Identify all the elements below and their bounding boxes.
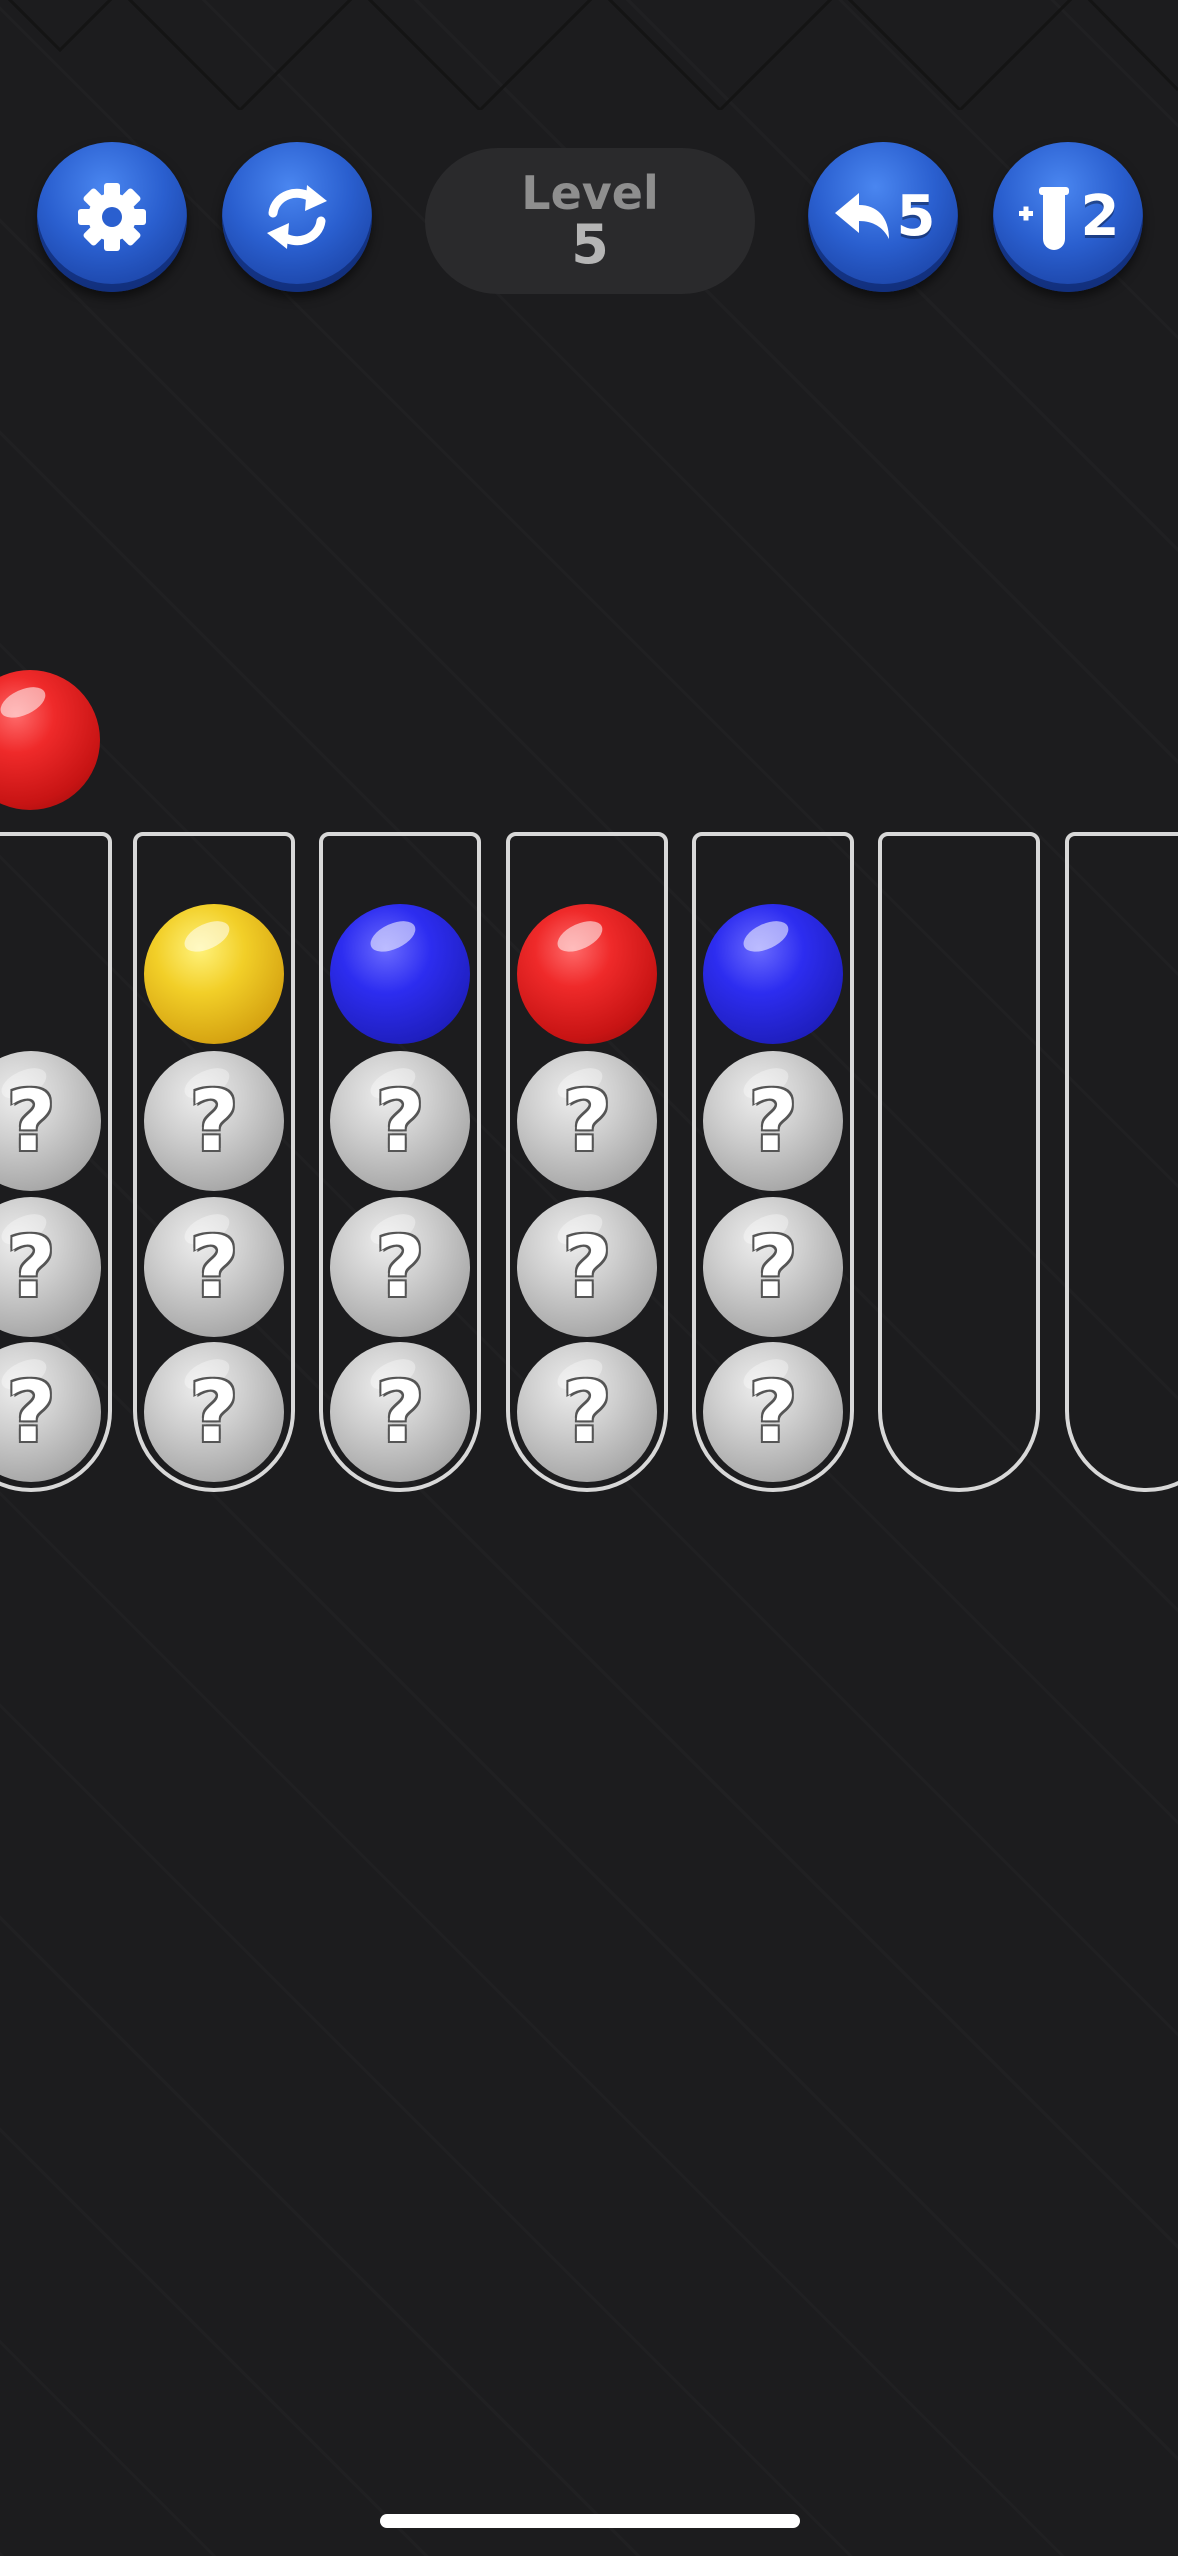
question-mark-icon: ? (375, 1072, 425, 1170)
level-number: 5 (571, 212, 609, 276)
top-zigzag-decoration (7, 0, 1178, 110)
gear-icon (74, 179, 150, 255)
hidden-ball: ? (517, 1342, 657, 1482)
undo-arrow-icon (831, 189, 893, 245)
restart-icon (257, 177, 337, 257)
undo-button[interactable]: 5 (808, 142, 958, 292)
hidden-ball: ? (0, 1051, 101, 1191)
tube-6[interactable] (878, 832, 1040, 1492)
question-mark-icon: ? (375, 1218, 425, 1316)
tube-7[interactable] (1065, 832, 1178, 1492)
level-label: Level (521, 165, 659, 220)
hidden-ball: ? (703, 1197, 843, 1337)
add-tube-count: 2 (1080, 184, 1120, 249)
hidden-ball: ? (703, 1342, 843, 1482)
undo-count: 5 (896, 184, 936, 249)
red-ball (517, 904, 657, 1044)
hidden-ball: ? (144, 1051, 284, 1191)
question-mark-icon: ? (562, 1072, 612, 1170)
question-mark-icon: ? (6, 1072, 56, 1170)
held-ball-red[interactable] (0, 670, 100, 810)
hidden-ball: ? (0, 1342, 101, 1482)
question-mark-icon: ? (748, 1363, 798, 1461)
home-indicator[interactable] (380, 2514, 800, 2528)
question-mark-icon: ? (189, 1218, 239, 1316)
hidden-ball: ? (703, 1051, 843, 1191)
question-mark-icon: ? (562, 1218, 612, 1316)
level-indicator: Level 5 (425, 148, 755, 294)
add-tube-button[interactable]: 2 (993, 142, 1143, 292)
hidden-ball: ? (517, 1051, 657, 1191)
question-mark-icon: ? (375, 1363, 425, 1461)
tube-4[interactable]: ??? (506, 832, 668, 1492)
blue-ball (703, 904, 843, 1044)
add-tube-icon (1017, 181, 1075, 253)
question-mark-icon: ? (189, 1072, 239, 1170)
hidden-ball: ? (517, 1197, 657, 1337)
question-mark-icon: ? (748, 1218, 798, 1316)
blue-ball (330, 904, 470, 1044)
tube-3[interactable]: ??? (319, 832, 481, 1492)
hidden-ball: ? (330, 1197, 470, 1337)
question-mark-icon: ? (6, 1218, 56, 1316)
restart-button[interactable] (222, 142, 372, 292)
hidden-ball: ? (144, 1342, 284, 1482)
tube-1[interactable]: ??? (0, 832, 112, 1492)
game-board: Level 5 5 2 ??????????????? (0, 0, 1178, 2556)
hidden-ball: ? (330, 1342, 470, 1482)
question-mark-icon: ? (189, 1363, 239, 1461)
question-mark-icon: ? (6, 1363, 56, 1461)
hidden-ball: ? (330, 1051, 470, 1191)
question-mark-icon: ? (748, 1072, 798, 1170)
question-mark-icon: ? (562, 1363, 612, 1461)
settings-button[interactable] (37, 142, 187, 292)
tube-5[interactable]: ??? (692, 832, 854, 1492)
yellow-ball (144, 904, 284, 1044)
hidden-ball: ? (144, 1197, 284, 1337)
tube-2[interactable]: ??? (133, 832, 295, 1492)
hidden-ball: ? (0, 1197, 101, 1337)
